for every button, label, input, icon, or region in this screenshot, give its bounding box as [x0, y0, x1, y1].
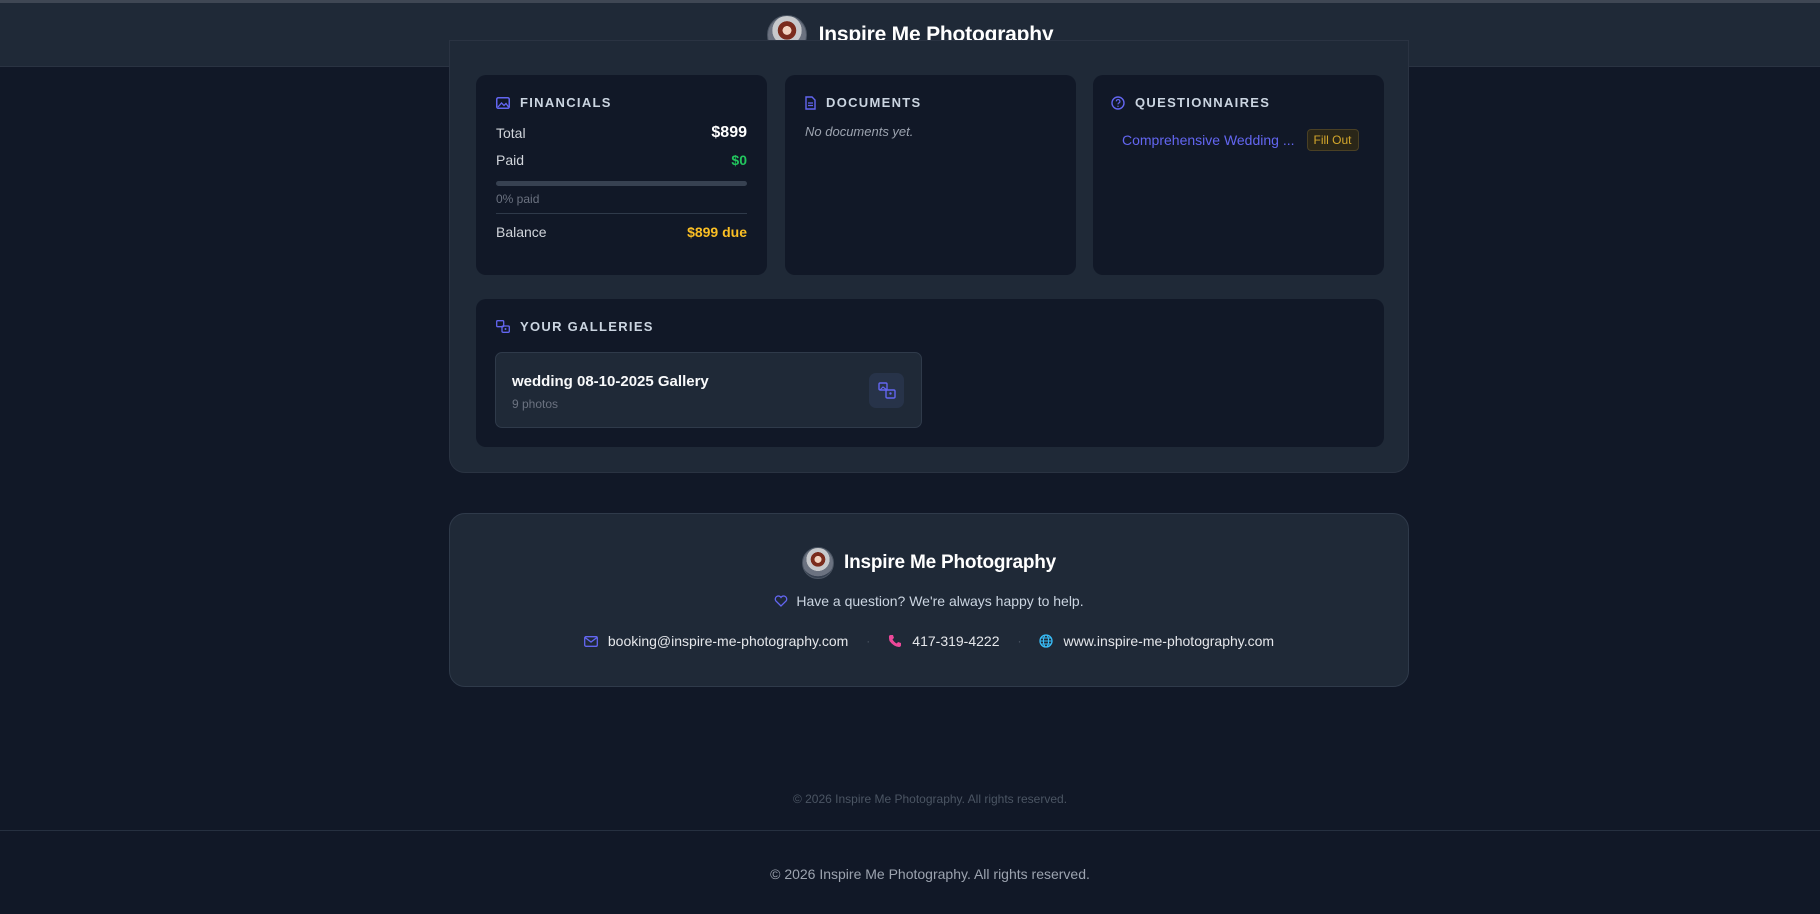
- paid-label: Paid: [496, 152, 525, 168]
- documents-title: Documents: [826, 95, 922, 110]
- balance-row: Balance $899 due: [496, 224, 747, 240]
- galleries-card: Your Galleries wedding 08-10-2025 Galler…: [476, 299, 1384, 447]
- progress-text: 0% paid: [496, 192, 540, 206]
- phone-text: 417-319-4222: [912, 633, 1000, 649]
- website-text: www.inspire-me-photography.com: [1063, 633, 1275, 649]
- heart-icon: [775, 595, 788, 607]
- financials-header: Financials: [496, 95, 747, 110]
- gallery-icon: [496, 320, 510, 333]
- phone-link[interactable]: 417-319-4222: [888, 633, 999, 649]
- total-label: Total: [496, 125, 526, 141]
- financials-card: Financials Total $899 Paid $0 0% paid Ba…: [476, 75, 767, 275]
- documents-empty-text: No documents yet.: [805, 124, 914, 139]
- portal-main-panel: Financials Total $899 Paid $0 0% paid Ba…: [449, 40, 1409, 473]
- documents-card: Documents No documents yet.: [785, 75, 1076, 275]
- balance-value: $899 due: [687, 224, 747, 240]
- paid-row: Paid $0: [496, 152, 747, 168]
- contact-links: booking@inspire-me-photography.com · 417…: [450, 633, 1408, 649]
- total-row: Total $899: [496, 124, 747, 142]
- gallery-item[interactable]: wedding 08-10-2025 Gallery 9 photos: [495, 352, 922, 428]
- page-copyright: © 2026 Inspire Me Photography. All right…: [792, 792, 1068, 806]
- questionnaire-item: Comprehensive Wedding ... Fill Out: [1111, 129, 1364, 151]
- document-icon: [805, 95, 816, 110]
- footer-contact-card: Inspire Me Photography Have a question? …: [449, 513, 1409, 687]
- questionnaires-card: Questionnaires Comprehensive Wedding ...…: [1093, 75, 1384, 275]
- open-gallery-button[interactable]: [869, 373, 904, 408]
- site-footer-bar: © 2026 Inspire Me Photography. All right…: [0, 830, 1820, 914]
- galleries-header: Your Galleries: [496, 319, 1364, 334]
- balance-label: Balance: [496, 224, 547, 240]
- footer-brand: Inspire Me Photography: [450, 547, 1408, 579]
- contact-separator: ·: [1017, 634, 1022, 648]
- question-circle-icon: [1111, 95, 1125, 110]
- mail-icon: [583, 635, 598, 647]
- website-link[interactable]: www.inspire-me-photography.com: [1039, 633, 1274, 649]
- questionnaires-header: Questionnaires: [1111, 95, 1364, 110]
- gallery-photo-count: 9 photos: [512, 397, 559, 411]
- total-value: $899: [711, 124, 747, 141]
- footer-tagline: Have a question? We're always happy to h…: [450, 593, 1408, 609]
- footer-brand-name: Inspire Me Photography: [843, 552, 1056, 573]
- globe-icon: [1039, 634, 1054, 648]
- gallery-images-icon: [877, 381, 896, 399]
- financials-divider: [496, 213, 747, 214]
- footer-studio-avatar: [801, 547, 834, 579]
- email-link[interactable]: booking@inspire-me-photography.com: [583, 633, 849, 649]
- financials-title: Financials: [520, 95, 612, 110]
- paid-value: $0: [731, 152, 747, 168]
- gallery-name: wedding 08-10-2025 Gallery: [512, 373, 709, 390]
- site-copyright: © 2026 Inspire Me Photography. All right…: [770, 866, 1090, 882]
- galleries-title: Your Galleries: [520, 319, 654, 334]
- email-text: booking@inspire-me-photography.com: [607, 633, 849, 649]
- payment-progress-bar: [496, 181, 747, 186]
- questionnaire-status-badge[interactable]: Fill Out: [1306, 129, 1359, 151]
- documents-header: Documents: [805, 95, 1056, 110]
- image-icon: [496, 96, 510, 109]
- questionnaire-link[interactable]: Comprehensive Wedding ...: [1122, 132, 1295, 148]
- contact-separator: ·: [866, 634, 871, 648]
- questionnaires-title: Questionnaires: [1135, 95, 1271, 110]
- tagline-text: Have a question? We're always happy to h…: [796, 593, 1084, 609]
- phone-icon: [889, 635, 902, 647]
